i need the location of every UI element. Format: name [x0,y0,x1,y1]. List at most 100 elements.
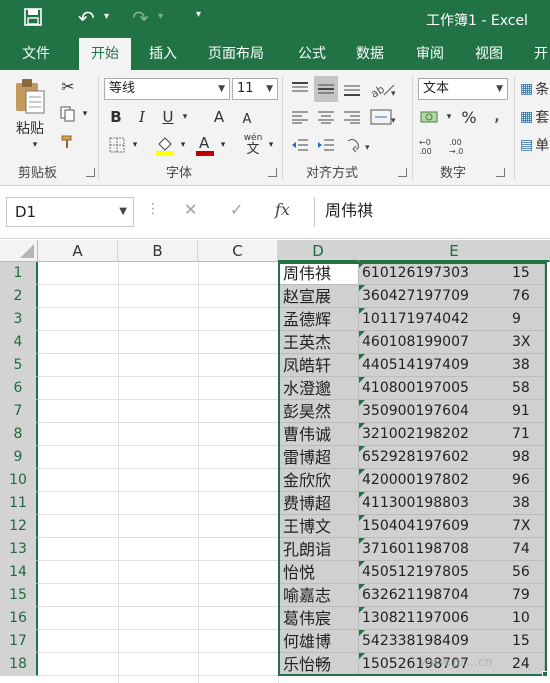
format-as-table-button[interactable]: ▦ 套 [520,106,550,128]
cell-name[interactable]: 金欣欣 [279,469,359,492]
tab-insert[interactable]: 插入 [149,38,177,70]
cell-id-number[interactable]: 610126197303 15 [359,262,545,285]
cell-id-number[interactable]: 420000197802 96 [359,469,545,492]
paste-icon[interactable] [10,76,50,116]
align-middle-icon[interactable] [314,76,338,102]
enter-icon[interactable]: ✓ [230,200,243,219]
cell-id-number[interactable]: 101171974042 9 [359,308,545,331]
grow-font-button[interactable]: A [208,106,230,128]
select-all-corner[interactable] [0,240,38,262]
cell-id-number[interactable]: 411300198803 38 [359,492,545,515]
customize-qat-icon[interactable]: ▾ [196,9,201,20]
font-color-icon[interactable]: A [194,132,216,158]
decrease-indent-icon[interactable] [288,134,312,156]
italic-button[interactable]: I [132,106,152,128]
align-bottom-icon[interactable] [340,78,364,100]
font-size-combo[interactable]: 11 ▼ [232,78,278,100]
undo-dropdown-icon[interactable]: ▾ [104,11,109,22]
currency-icon[interactable] [418,106,442,128]
column-header-e[interactable]: E [359,240,550,262]
copy-icon[interactable] [58,104,78,124]
cell-id-number[interactable]: 542338198409 15 [359,630,545,653]
row-header[interactable]: 9 [0,446,38,469]
tab-home[interactable]: 开始 [79,38,131,70]
tab-developer[interactable]: 开 [534,38,548,70]
bold-button[interactable]: B [106,106,126,128]
cell-name[interactable]: 王英杰 [279,331,359,354]
format-painter-icon[interactable] [58,132,78,152]
row-header[interactable]: 17 [0,630,38,653]
row-header[interactable]: 4 [0,331,38,354]
cell-id-number[interactable]: 652928197602 98 [359,446,545,469]
phonetic-guide-button[interactable]: wén 文 [240,130,266,158]
row-header[interactable]: 16 [0,607,38,630]
row-header[interactable]: 13 [0,538,38,561]
cancel-icon[interactable]: ✕ [184,200,197,219]
name-box[interactable]: D1 ▼ [6,197,134,227]
increase-indent-icon[interactable] [314,134,338,156]
fill-color-icon[interactable] [154,132,176,158]
cell-name[interactable]: 孔朗诣 [279,538,359,561]
fill-handle[interactable] [542,671,548,677]
cell-styles-button[interactable]: ▤ 单 [520,134,550,156]
chevron-down-icon[interactable]: ▼ [119,198,127,226]
cell-name[interactable]: 费博超 [279,492,359,515]
cut-icon[interactable]: ✂ [58,76,78,96]
borders-icon[interactable] [106,134,128,156]
cell-id-number[interactable]: 350900197604 91 [359,400,545,423]
column-header-b[interactable]: B [118,240,198,262]
cell-name[interactable]: 王博文 [279,515,359,538]
alignment-launcher-icon[interactable] [398,168,407,177]
cell-id-number[interactable]: 460108199007 3X [359,331,545,354]
row-header[interactable]: 11 [0,492,38,515]
shrink-font-button[interactable]: A [236,108,258,130]
align-left-icon[interactable] [288,106,312,128]
comma-style-icon[interactable]: , [486,106,508,128]
copy-dropdown-icon[interactable]: ▾ [80,106,90,122]
borders-dropdown-icon[interactable]: ▾ [130,138,140,152]
align-top-icon[interactable] [288,78,312,100]
tab-file[interactable]: 文件 [22,38,50,70]
cell-name[interactable]: 何雄博 [279,630,359,653]
row-header[interactable]: 8 [0,423,38,446]
font-name-combo[interactable]: 等线 ▼ [104,78,230,100]
cell-name[interactable]: 怡悦 [279,561,359,584]
redo-icon[interactable]: ↷ [132,6,149,30]
currency-dropdown-icon[interactable]: ▾ [444,110,454,124]
cell-id-number[interactable]: 410800197005 58 [359,377,545,400]
formula-input[interactable]: 周伟祺 [314,197,550,227]
tab-data[interactable]: 数据 [356,38,384,70]
undo-icon[interactable]: ↶ [78,6,95,30]
cell-id-number[interactable]: 130821197006 10 [359,607,545,630]
row-header[interactable]: 10 [0,469,38,492]
percent-button[interactable]: % [458,106,480,128]
tab-review[interactable]: 审阅 [416,38,444,70]
cell-name[interactable]: 孟德辉 [279,308,359,331]
cell-id-number[interactable]: 632621198704 79 [359,584,545,607]
cell-name[interactable]: 曹伟诚 [279,423,359,446]
row-header[interactable]: 18 [0,653,38,676]
more-options-icon[interactable]: ⋮ [146,201,160,217]
column-header-d[interactable]: D [278,240,359,262]
row-header[interactable]: 3 [0,308,38,331]
paste-button[interactable]: 粘贴 [10,118,50,138]
insert-function-icon[interactable]: fx [275,200,290,219]
number-launcher-icon[interactable] [496,168,505,177]
increase-decimal-icon[interactable]: ←0.00 [418,134,444,158]
merge-center-icon[interactable]: ▾ [368,106,400,128]
save-icon[interactable] [24,8,42,30]
underline-dropdown-icon[interactable]: ▾ [180,110,190,124]
column-header-c[interactable]: C [198,240,278,262]
underline-button[interactable]: U [158,106,178,128]
cell-name[interactable]: 乐怡畅 [279,653,359,676]
cell-id-number[interactable]: 321002198202 71 [359,423,545,446]
row-header[interactable]: 12 [0,515,38,538]
fill-color-dropdown-icon[interactable]: ▾ [178,138,188,152]
clipboard-launcher-icon[interactable] [86,168,95,177]
cell-name[interactable]: 喻嘉志 [279,584,359,607]
decrease-decimal-icon[interactable]: .00 →.0 [448,134,474,158]
row-header[interactable]: 14 [0,561,38,584]
tab-view[interactable]: 视图 [475,38,503,70]
worksheet-grid[interactable]: A B C D E 1 周伟祺 610126197303 15 2 赵宣展 36042719… [0,240,550,683]
row-header[interactable]: 15 [0,584,38,607]
